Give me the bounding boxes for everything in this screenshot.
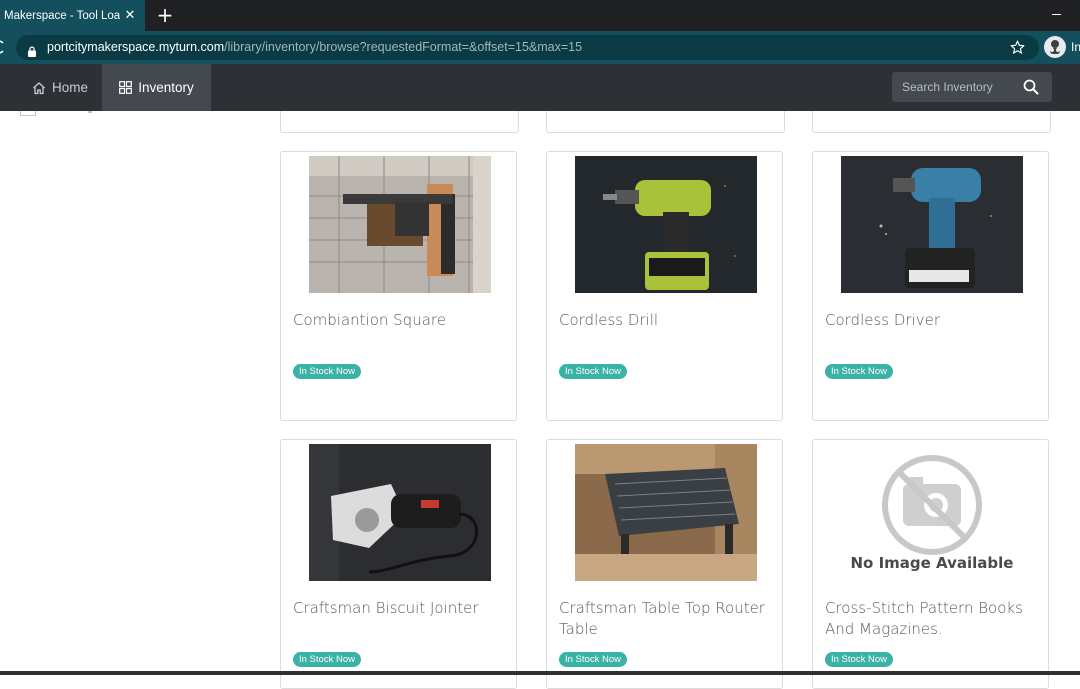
reload-icon[interactable] [0, 39, 6, 55]
nav-inventory-label: Inventory [138, 80, 194, 95]
inventory-card[interactable]: Craftsman Table Top Router Table In Stoc… [546, 439, 783, 689]
sidebar-checkbox-fragment[interactable] [20, 111, 36, 116]
status-badge: In Stock Now [559, 652, 627, 667]
url-path: /library/inventory/browse?requestedForma… [224, 40, 583, 54]
inventory-card[interactable]: Combiantion Square In Stock Now [280, 151, 517, 421]
inventory-card[interactable]: Cordless Drill In Stock Now [546, 151, 783, 421]
grid-icon [119, 81, 133, 94]
inventory-card[interactable]: No Image Available Cross-Stitch Pattern … [812, 439, 1049, 689]
item-photo[interactable] [309, 444, 491, 581]
omnibox[interactable]: portcitymakerspace.myturn.com/library/in… [16, 35, 1039, 60]
nav-home-label: Home [52, 80, 89, 95]
address-bar: portcitymakerspace.myturn.com/library/in… [0, 31, 1080, 64]
url-host: portcitymakerspace.myturn.com [47, 40, 225, 54]
status-badge: In Stock Now [825, 652, 893, 667]
status-badge: In Stock Now [559, 364, 627, 379]
search-input[interactable] [892, 72, 1020, 102]
item-photo[interactable] [841, 156, 1023, 293]
status-badge: In Stock Now [825, 364, 893, 379]
tab-title: Makerspace - Tool Loan [4, 9, 120, 22]
no-image-placeholder[interactable]: No Image Available [841, 444, 1023, 581]
item-photo[interactable] [309, 156, 491, 293]
search-box [892, 72, 1052, 102]
item-title[interactable]: Craftsman Table Top Router Table [559, 598, 774, 640]
nav-inventory-link[interactable]: Inventory [102, 64, 211, 111]
card-previous-row[interactable] [280, 111, 519, 133]
inventory-card[interactable]: Craftsman Biscuit Jointer In Stock Now [280, 439, 517, 689]
item-title[interactable]: Cordless Driver [825, 310, 1040, 331]
app-navbar: Home Inventory [0, 64, 1080, 111]
status-badge: In Stock Now [293, 652, 361, 667]
item-title[interactable]: Craftsman Biscuit Jointer [293, 598, 508, 619]
item-title[interactable]: Cordless Drill [559, 310, 774, 331]
status-badge: In Stock Now [293, 364, 361, 379]
search-icon[interactable] [1022, 78, 1040, 96]
browser-tab-bar: Makerspace - Tool Loan ✕ + [0, 0, 1080, 31]
item-photo[interactable] [575, 156, 757, 293]
home-icon [33, 81, 45, 94]
no-image-text: No Image Available [850, 554, 1014, 572]
minimize-icon[interactable] [1050, 6, 1064, 20]
tab-close-icon[interactable]: ✕ [120, 8, 140, 23]
browser-tab[interactable]: Makerspace - Tool Loan ✕ [0, 0, 145, 31]
item-photo[interactable] [575, 444, 757, 581]
inventory-card[interactable]: Cordless Driver In Stock Now [812, 151, 1049, 421]
card-previous-row[interactable] [812, 111, 1051, 133]
new-tab-button[interactable]: + [154, 3, 176, 27]
item-title[interactable]: Combiantion Square [293, 310, 508, 331]
profile-label: In [1071, 40, 1080, 54]
nav-home-link[interactable]: Home [20, 64, 102, 111]
bookmark-star-icon[interactable] [1009, 39, 1026, 56]
bottom-edge-bar [0, 671, 1080, 675]
card-previous-row[interactable] [546, 111, 785, 133]
url-text[interactable]: portcitymakerspace.myturn.com/library/in… [47, 35, 582, 60]
sidebar-text-fragment [88, 111, 92, 113]
lock-icon [28, 42, 36, 57]
profile-avatar-icon[interactable] [1044, 36, 1066, 58]
item-title[interactable]: Cross-Stitch Pattern Books And Magazines… [825, 598, 1040, 640]
